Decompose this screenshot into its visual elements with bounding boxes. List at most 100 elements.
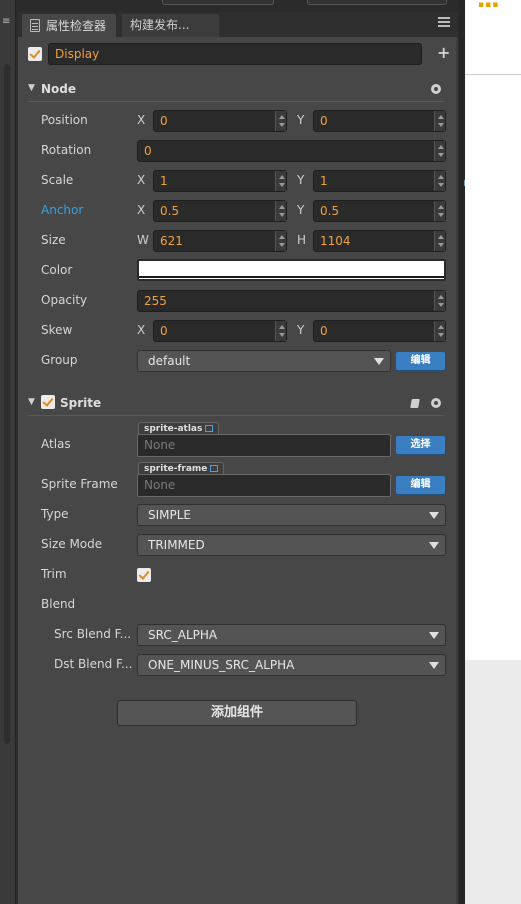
size-h-stepper[interactable] bbox=[434, 231, 445, 251]
left-dock-strip: ≡ bbox=[0, 0, 16, 904]
dropdown-caret-icon bbox=[429, 632, 439, 639]
type-value: SIMPLE bbox=[148, 508, 192, 522]
gear-icon[interactable] bbox=[431, 84, 441, 94]
external-link-icon[interactable] bbox=[205, 425, 214, 432]
group-edit-button[interactable]: 编辑 bbox=[395, 351, 446, 371]
position-x-input[interactable]: 0 bbox=[153, 110, 287, 132]
skew-y-stepper[interactable] bbox=[434, 321, 445, 341]
dst-blend-select[interactable]: ONE_MINUS_SRC_ALPHA bbox=[137, 654, 446, 676]
scale-x-label: X bbox=[137, 173, 146, 187]
anchor-x-value: 0.5 bbox=[160, 204, 180, 218]
src-blend-label: Src Blend F... bbox=[54, 627, 132, 641]
add-icon[interactable]: + bbox=[437, 44, 450, 62]
position-y-input[interactable]: 0 bbox=[313, 110, 446, 132]
left-scrollbar[interactable] bbox=[4, 64, 10, 744]
position-y-value: 0 bbox=[320, 114, 328, 128]
size-w-stepper[interactable] bbox=[275, 231, 286, 251]
status-dots-icon: ▪▪▪ bbox=[478, 0, 500, 10]
size-mode-label: Size Mode bbox=[41, 537, 103, 551]
size-label: Size bbox=[41, 233, 66, 247]
rotation-label: Rotation bbox=[41, 143, 92, 157]
group-value: default bbox=[148, 354, 191, 368]
gear-icon[interactable] bbox=[431, 398, 441, 408]
scale-y-stepper[interactable] bbox=[434, 171, 445, 191]
src-blend-value: SRC_ALPHA bbox=[148, 628, 218, 642]
anchor-y-value: 0.5 bbox=[320, 204, 340, 218]
help-book-icon[interactable] bbox=[410, 399, 420, 408]
anchor-y-input[interactable]: 0.5 bbox=[313, 200, 446, 222]
external-link-icon[interactable] bbox=[210, 465, 219, 472]
blend-label: Blend bbox=[41, 597, 76, 611]
rotation-stepper[interactable] bbox=[434, 141, 445, 161]
tab-build-label: 构建发布... bbox=[130, 18, 190, 32]
opacity-input[interactable]: 255 bbox=[137, 290, 446, 312]
skew-y-label: Y bbox=[297, 323, 305, 337]
panel-scrollbar[interactable] bbox=[456, 37, 458, 904]
skew-x-label: X bbox=[137, 323, 146, 337]
size-w-input[interactable]: 621 bbox=[153, 230, 287, 252]
opacity-stepper[interactable] bbox=[434, 291, 445, 311]
type-label: Type bbox=[41, 507, 69, 521]
sprite-frame-tag-text: sprite-frame bbox=[144, 464, 208, 474]
add-component-button[interactable]: 添加组件 bbox=[117, 700, 357, 726]
size-h-input[interactable]: 1104 bbox=[313, 230, 446, 252]
skew-x-input[interactable]: 0 bbox=[153, 320, 287, 342]
sprite-frame-asset-field[interactable]: None bbox=[137, 474, 391, 497]
trim-checkbox[interactable] bbox=[137, 568, 151, 582]
atlas-label: Atlas bbox=[41, 437, 71, 451]
anchor-y-label: Y bbox=[297, 203, 305, 217]
panel-menu-icon[interactable] bbox=[438, 17, 450, 27]
scale-y-input[interactable]: 1 bbox=[313, 170, 446, 192]
skew-y-input[interactable]: 0 bbox=[313, 320, 446, 342]
node-name-input[interactable]: Display bbox=[48, 43, 422, 65]
position-y-stepper[interactable] bbox=[434, 111, 445, 131]
group-select[interactable]: default bbox=[137, 350, 391, 372]
src-blend-select[interactable]: SRC_ALPHA bbox=[137, 624, 446, 646]
position-label: Position bbox=[41, 113, 88, 127]
anchor-label[interactable]: Anchor bbox=[41, 200, 83, 220]
right-panel-area bbox=[465, 0, 521, 904]
tab-bar: 属性检查器 构建发布... bbox=[18, 12, 458, 37]
dropdown-caret-icon bbox=[429, 662, 439, 669]
position-x-stepper[interactable] bbox=[275, 111, 286, 131]
sprite-enabled-checkbox[interactable] bbox=[41, 395, 55, 409]
rotation-input[interactable]: 0 bbox=[137, 140, 446, 162]
skew-x-value: 0 bbox=[160, 324, 168, 338]
node-section-title: Node bbox=[41, 82, 77, 96]
sprite-section-title: Sprite bbox=[60, 396, 102, 410]
size-w-value: 621 bbox=[160, 234, 183, 248]
type-select[interactable]: SIMPLE bbox=[137, 504, 446, 526]
sprite-section-header[interactable]: ▼ Sprite bbox=[28, 394, 444, 416]
color-picker[interactable] bbox=[137, 259, 446, 281]
node-section-header[interactable]: ▼ Node bbox=[28, 80, 444, 102]
collapse-arrow-icon[interactable]: ▼ bbox=[28, 83, 35, 93]
toolbar-button-left[interactable] bbox=[162, 0, 274, 5]
menu-icon[interactable]: ≡ bbox=[2, 16, 10, 27]
tab-build[interactable]: 构建发布... bbox=[122, 14, 219, 37]
tab-inspector-label: 属性检查器 bbox=[46, 18, 107, 33]
skew-label: Skew bbox=[41, 323, 73, 337]
atlas-select-button[interactable]: 选择 bbox=[395, 435, 446, 455]
skew-x-stepper[interactable] bbox=[275, 321, 286, 341]
node-active-checkbox[interactable] bbox=[28, 47, 42, 61]
tab-inspector[interactable]: 属性检查器 bbox=[22, 14, 116, 37]
rotation-value: 0 bbox=[144, 144, 152, 158]
toolbar-button-right[interactable] bbox=[307, 0, 447, 5]
position-x-value: 0 bbox=[160, 114, 168, 128]
size-mode-select[interactable]: TRIMMED bbox=[137, 534, 446, 556]
dst-blend-label: Dst Blend F... bbox=[54, 657, 133, 671]
anchor-x-input[interactable]: 0.5 bbox=[153, 200, 287, 222]
anchor-x-stepper[interactable] bbox=[275, 201, 286, 221]
anchor-y-stepper[interactable] bbox=[434, 201, 445, 221]
scale-x-input[interactable]: 1 bbox=[153, 170, 287, 192]
dropdown-caret-icon bbox=[429, 542, 439, 549]
scale-x-stepper[interactable] bbox=[275, 171, 286, 191]
divider-line bbox=[465, 74, 521, 75]
atlas-asset-field[interactable]: None bbox=[137, 434, 391, 457]
position-x-label: X bbox=[137, 113, 146, 127]
collapse-arrow-icon[interactable]: ▼ bbox=[28, 397, 35, 407]
scale-y-label: Y bbox=[297, 173, 305, 187]
sprite-frame-label: Sprite Frame bbox=[41, 477, 118, 491]
sprite-frame-edit-button[interactable]: 编辑 bbox=[395, 475, 446, 495]
opacity-label: Opacity bbox=[41, 293, 88, 307]
